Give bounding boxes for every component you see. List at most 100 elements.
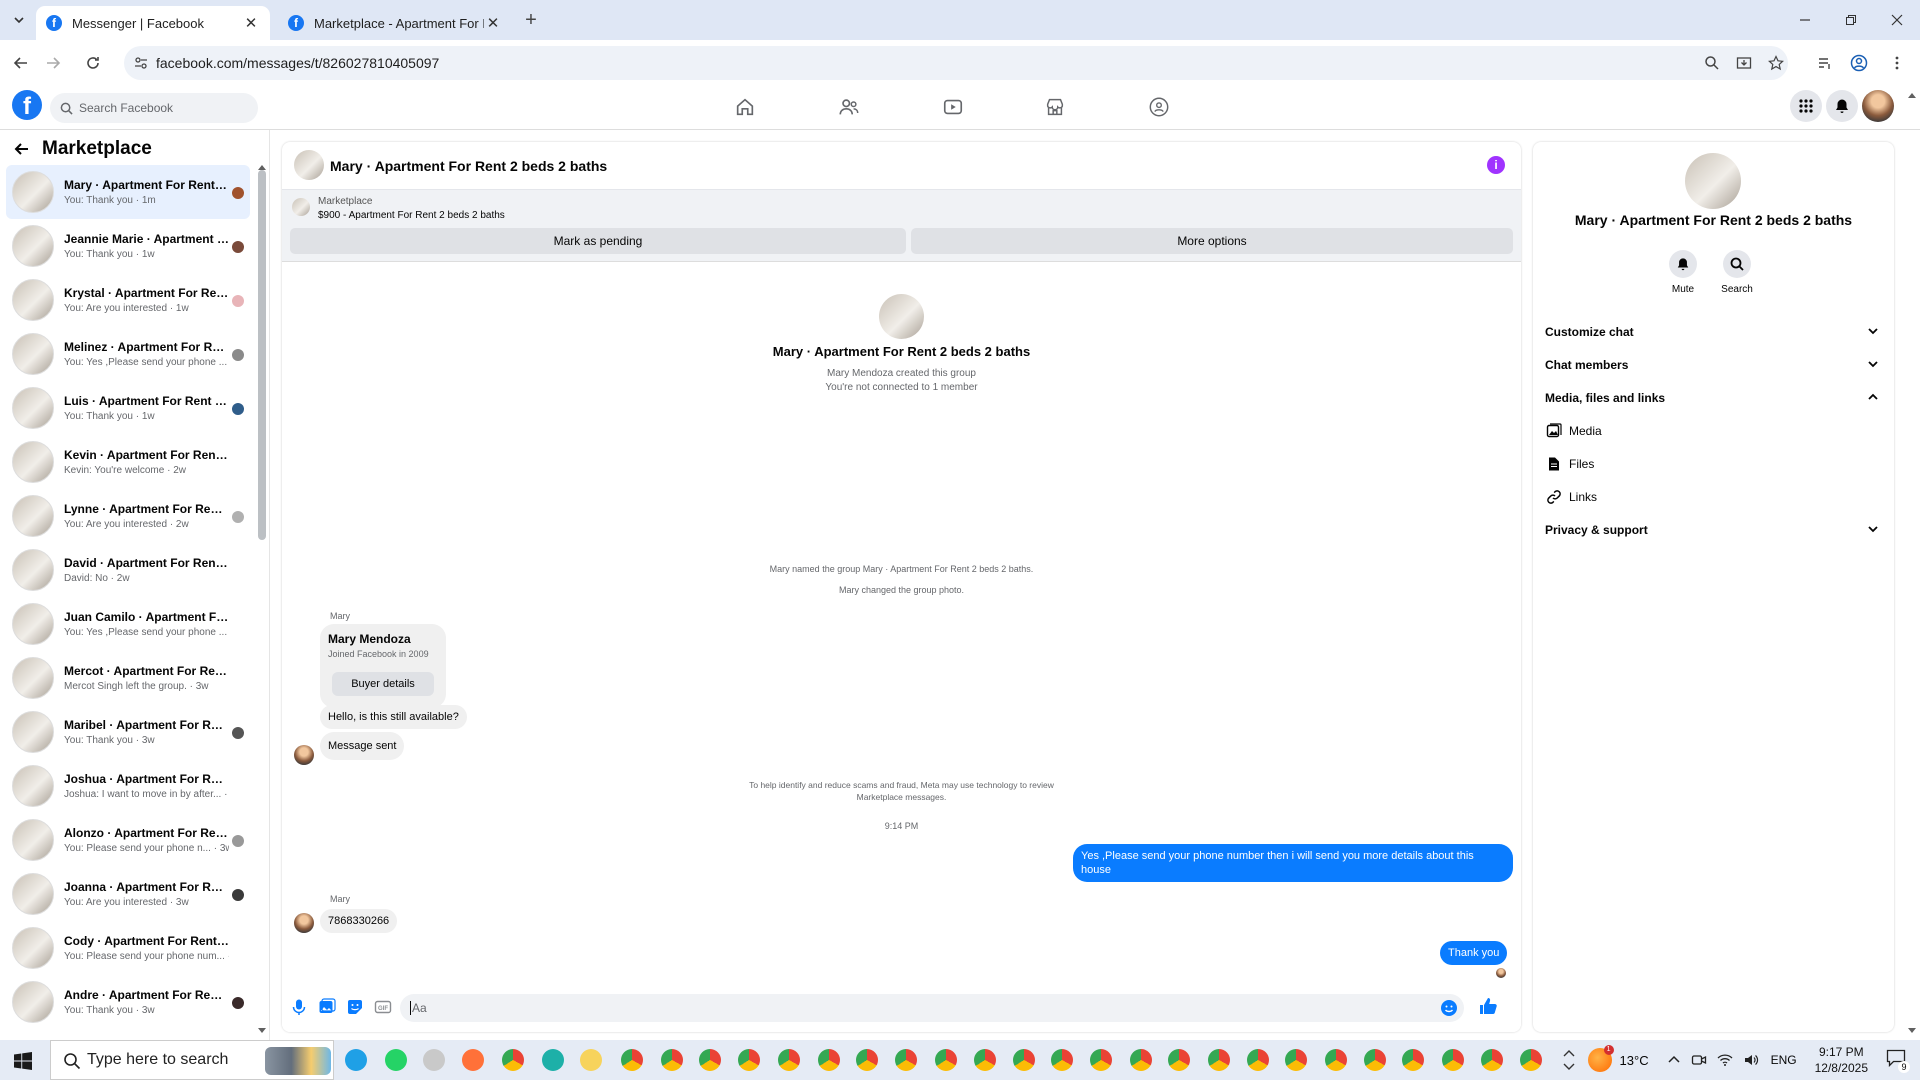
message-input[interactable]: Aa	[400, 994, 1464, 1022]
chrome-window-icon[interactable]	[1481, 1049, 1503, 1071]
chat-members-row[interactable]: Chat members	[1545, 355, 1885, 375]
photo-attach-icon[interactable]	[318, 998, 336, 1016]
notifications-button[interactable]	[1826, 90, 1858, 122]
minimize-button[interactable]	[1792, 7, 1818, 33]
chrome-window-icon[interactable]	[621, 1049, 643, 1071]
language-indicator[interactable]: ENG	[1771, 1053, 1797, 1067]
sidebar-scrollbar[interactable]	[258, 170, 266, 540]
chrome-window-icon[interactable]	[661, 1049, 683, 1071]
mary-avatar[interactable]	[294, 913, 314, 933]
group-photo-large[interactable]	[1685, 153, 1741, 209]
close-tab-icon[interactable]: ✕	[484, 14, 502, 32]
chrome-window-icon[interactable]	[1247, 1049, 1269, 1071]
scroll-up-icon[interactable]	[258, 164, 266, 170]
friends-nav-button[interactable]	[838, 96, 862, 120]
chevron-up-icon[interactable]	[1667, 1053, 1681, 1067]
taskbar-clock[interactable]: 9:17 PM 12/8/2025	[1815, 1044, 1868, 1076]
new-tab-button[interactable]: +	[518, 7, 544, 33]
taskbar-app-icon[interactable]	[345, 1049, 367, 1071]
emoji-icon[interactable]	[1440, 999, 1458, 1017]
listing-title[interactable]: $900 - Apartment For Rent 2 beds 2 baths	[318, 210, 505, 221]
gif-icon[interactable]: GIF	[374, 998, 392, 1016]
taskbar-app-icon[interactable]	[542, 1049, 564, 1071]
search-highlight-image[interactable]	[265, 1047, 331, 1075]
home-nav-button[interactable]	[734, 96, 758, 120]
chrome-window-icon[interactable]	[818, 1049, 840, 1071]
chrome-window-icon[interactable]	[738, 1049, 760, 1071]
marketplace-nav-button[interactable]	[1044, 96, 1068, 120]
conversation-item[interactable]: Juan Camilo · Apartment For Re... You: Ye…	[6, 597, 250, 651]
watch-nav-button[interactable]	[942, 96, 966, 120]
volume-icon[interactable]	[1743, 1052, 1759, 1068]
links-row[interactable]: Links	[1545, 487, 1845, 507]
menu-grid-button[interactable]	[1790, 90, 1822, 122]
notification-center-button[interactable]: 9	[1886, 1049, 1910, 1073]
message-bubble-outgoing-long[interactable]: Yes ,Please send your phone number then …	[1073, 844, 1513, 882]
page-scroll-up-icon[interactable]	[1908, 92, 1916, 98]
zoom-icon[interactable]	[1704, 55, 1720, 71]
message-bubble-thanks[interactable]: Thank you	[1440, 941, 1508, 965]
site-settings-icon[interactable]	[134, 56, 148, 70]
chrome-window-icon[interactable]	[1130, 1049, 1152, 1071]
thumbs-up-icon[interactable]	[1478, 996, 1498, 1016]
chrome-window-icon[interactable]	[1051, 1049, 1073, 1071]
chrome-window-icon[interactable]	[1090, 1049, 1112, 1071]
profile-button[interactable]	[1846, 50, 1872, 76]
chrome-window-icon[interactable]	[856, 1049, 878, 1071]
scroll-down-icon[interactable]	[258, 1028, 266, 1034]
meet-now-icon[interactable]	[1691, 1052, 1707, 1068]
chrome-window-icon[interactable]	[1402, 1049, 1424, 1071]
media-row[interactable]: Media	[1545, 421, 1845, 441]
message-bubble-sent[interactable]: Message sent	[320, 732, 405, 760]
conversation-item[interactable]: Krystal · Apartment For Rent ... You: Are…	[6, 273, 250, 327]
install-app-icon[interactable]	[1736, 55, 1752, 71]
chrome-window-icon[interactable]	[1208, 1049, 1230, 1071]
chat-group-photo[interactable]	[294, 150, 324, 180]
conversation-item[interactable]: Joshua · Apartment For Rent 2 ... Joshua:…	[6, 759, 250, 813]
files-row[interactable]: Files	[1545, 454, 1845, 474]
conversation-item[interactable]: Mary · Apartment For Rent 2 ... You: Than…	[6, 165, 250, 219]
restore-button[interactable]	[1838, 7, 1864, 33]
tab-messenger[interactable]: f Messenger | Facebook ✕	[36, 6, 270, 40]
conversation-item[interactable]: Maribel · Apartment For Rent... You: Than…	[6, 705, 250, 759]
sticker-icon[interactable]	[346, 998, 364, 1016]
close-tab-icon[interactable]: ✕	[242, 14, 260, 32]
browser-menu-button[interactable]	[1884, 50, 1910, 76]
conversation-item[interactable]: David · Apartment For Rent 2 b... David: …	[6, 543, 250, 597]
conversation-item[interactable]: Alonzo · Apartment For Rent ... You: Plea…	[6, 813, 250, 867]
chrome-window-icon[interactable]	[699, 1049, 721, 1071]
taskbar-app-icon[interactable]	[423, 1049, 445, 1071]
listing-thumbnail[interactable]	[292, 198, 310, 216]
mark-as-pending-button[interactable]: Mark as pending	[290, 228, 906, 254]
chrome-window-icon[interactable]	[1364, 1049, 1386, 1071]
windows-start-icon[interactable]	[14, 1052, 32, 1070]
chrome-window-icon[interactable]	[1442, 1049, 1464, 1071]
chrome-window-icon[interactable]	[1013, 1049, 1035, 1071]
forward-button[interactable]	[40, 50, 66, 76]
reload-button[interactable]	[80, 50, 106, 76]
message-bubble-available[interactable]: Hello, is this still available?	[320, 705, 467, 729]
groups-nav-button[interactable]	[1148, 96, 1172, 120]
taskbar-app-icon[interactable]	[385, 1049, 407, 1071]
weather-icon[interactable]: 1	[1587, 1045, 1614, 1072]
conversation-item[interactable]: Luis · Apartment For Rent 2 b... You: Tha…	[6, 381, 250, 435]
facebook-logo-icon[interactable]: f	[12, 90, 42, 120]
chrome-window-icon[interactable]	[935, 1049, 957, 1071]
media-files-links-row[interactable]: Media, files and links	[1545, 388, 1885, 408]
conversation-item[interactable]: Cody · Apartment For Rent 2 be... You: Pl…	[6, 921, 250, 975]
customize-chat-row[interactable]: Customize chat	[1545, 322, 1885, 342]
mute-button[interactable]: Mute	[1661, 250, 1705, 295]
message-bubble-phone[interactable]: 7868330266	[320, 909, 398, 933]
privacy-support-row[interactable]: Privacy & support	[1545, 520, 1885, 540]
conversation-item[interactable]: Jeannie Marie · Apartment F... You: Thank…	[6, 219, 250, 273]
chrome-window-icon[interactable]	[1325, 1049, 1347, 1071]
close-window-button[interactable]	[1884, 7, 1910, 33]
arrow-left-icon[interactable]	[14, 141, 30, 157]
conversation-item[interactable]: Melinez · Apartment For Rent 2... You: Ye…	[6, 327, 250, 381]
taskbar-search-input[interactable]: Type here to search	[50, 1040, 334, 1080]
chrome-window-icon[interactable]	[1168, 1049, 1190, 1071]
chrome-window-icon[interactable]	[502, 1049, 524, 1071]
chrome-window-icon[interactable]	[895, 1049, 917, 1071]
taskbar-scroll-icon[interactable]	[1562, 1047, 1576, 1073]
conversation-info-icon[interactable]: i	[1487, 156, 1505, 174]
